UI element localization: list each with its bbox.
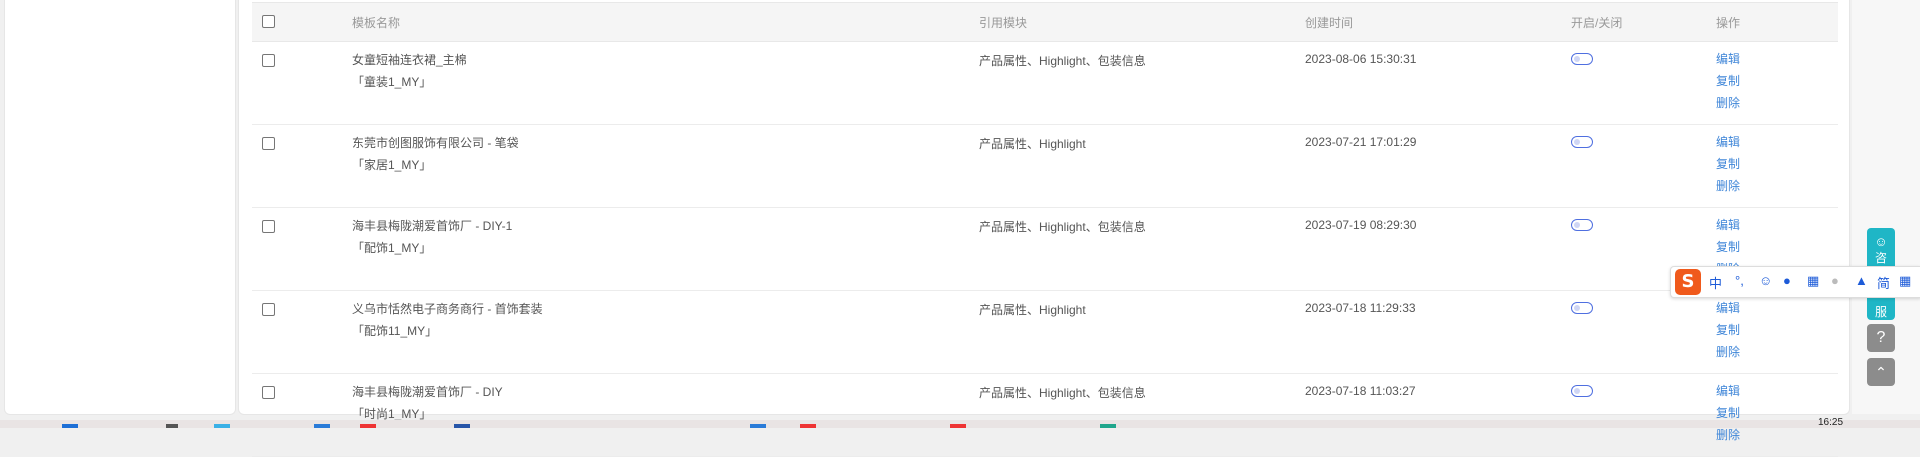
app-icon[interactable] — [750, 424, 766, 428]
template-modules: 产品属性、Highlight — [979, 124, 1305, 208]
enable-toggle[interactable] — [1571, 219, 1593, 231]
delete-link[interactable]: 删除 — [1716, 341, 1838, 363]
consult-label-3: 服 — [1874, 305, 1887, 319]
header-template-name: 模板名称 — [352, 2, 979, 42]
ime-mode[interactable]: 中 — [1709, 273, 1722, 292]
template-name: 东莞市创图服饰有限公司 - 笔袋 — [352, 136, 519, 150]
template-category: 「配饰11_MY」 — [352, 324, 438, 338]
template-name: 海丰县梅陇潮爱首饰厂 - DIY — [352, 385, 503, 399]
app-icon[interactable] — [1100, 424, 1116, 428]
row-checkbox[interactable] — [262, 303, 275, 316]
table-row: 义乌市恬然电子商务商行 - 首饰套装 「配饰11_MY」 产品属性、Highlig… — [252, 290, 1838, 374]
row-checkbox[interactable] — [262, 386, 275, 399]
left-panel — [4, 0, 236, 415]
enable-toggle[interactable] — [1571, 136, 1593, 148]
edit-link[interactable]: 编辑 — [1716, 131, 1838, 153]
template-created-time: 2023-07-18 11:29:33 — [1305, 290, 1571, 374]
grid-menu-icon[interactable]: ▦ — [1899, 273, 1911, 289]
ime-toolbar[interactable]: S 中 °, ☺ ● ▦ ● ▲ 简 ▦ — [1670, 266, 1920, 298]
delete-link[interactable]: 删除 — [1716, 92, 1838, 114]
chevron-up-icon: ⌃ — [1875, 364, 1887, 380]
header-created-time: 创建时间 — [1305, 2, 1571, 42]
enable-toggle[interactable] — [1571, 302, 1593, 314]
copy-link[interactable]: 复制 — [1716, 153, 1838, 175]
edit-link[interactable]: 编辑 — [1716, 214, 1838, 236]
sogou-logo-icon: S — [1675, 269, 1701, 295]
skin-icon[interactable]: ▲ — [1855, 273, 1868, 288]
table-row: 东莞市创图服饰有限公司 - 笔袋 「家居1_MY」 产品属性、Highlight … — [252, 124, 1838, 208]
template-table: 模板名称 引用模块 创建时间 开启/关闭 操作 女童短袖连衣裙_主棉 「童装1_M… — [252, 2, 1838, 457]
mic-icon[interactable]: ● — [1783, 273, 1791, 288]
template-created-time: 2023-07-18 11:03:27 — [1305, 373, 1571, 457]
emoji-icon[interactable]: ☺ — [1759, 273, 1772, 288]
table-header-row: 模板名称 引用模块 创建时间 开启/关闭 操作 — [252, 2, 1838, 42]
ime-simplified[interactable]: 简 — [1877, 273, 1890, 292]
template-created-time: 2023-08-06 15:30:31 — [1305, 41, 1571, 125]
help-button[interactable]: ? — [1867, 324, 1895, 352]
back-to-top-button[interactable]: ⌃ — [1867, 358, 1895, 386]
app-icon[interactable] — [950, 424, 966, 428]
select-all-checkbox[interactable] — [262, 15, 275, 28]
start-icon[interactable] — [62, 424, 78, 428]
edit-link[interactable]: 编辑 — [1716, 297, 1838, 319]
template-created-time: 2023-07-19 08:29:30 — [1305, 207, 1571, 291]
row-checkbox[interactable] — [262, 137, 275, 150]
template-created-time: 2023-07-21 17:01:29 — [1305, 124, 1571, 208]
app-icon[interactable] — [454, 424, 470, 428]
table-row: 女童短袖连衣裙_主棉 「童装1_MY」 产品属性、Highlight、包装信息 2… — [252, 41, 1838, 125]
keyboard-icon[interactable]: ▦ — [1807, 273, 1819, 289]
help-icon: ? — [1876, 329, 1886, 346]
template-modules: 产品属性、Highlight、包装信息 — [979, 373, 1305, 457]
template-name: 海丰县梅陇潮爱首饰厂 - DIY-1 — [352, 219, 513, 233]
app-icon[interactable] — [360, 424, 376, 428]
header-actions: 操作 — [1716, 2, 1838, 42]
template-modules: 产品属性、Highlight、包装信息 — [979, 41, 1305, 125]
template-category: 「童装1_MY」 — [352, 75, 432, 89]
template-name: 义乌市恬然电子商务商行 - 首饰套装 — [352, 302, 543, 316]
edit-link[interactable]: 编辑 — [1716, 380, 1838, 402]
enable-toggle[interactable] — [1571, 385, 1593, 397]
app-icon[interactable] — [314, 424, 330, 428]
copy-link[interactable]: 复制 — [1716, 70, 1838, 92]
copy-link[interactable]: 复制 — [1716, 319, 1838, 341]
template-modules: 产品属性、Highlight — [979, 290, 1305, 374]
consult-label-1: 咨 — [1874, 251, 1887, 265]
taskbar-clock: 16:25 — [1818, 417, 1844, 428]
header-toggle: 开启/关闭 — [1571, 2, 1716, 42]
template-category: 「家居1_MY」 — [352, 158, 432, 172]
template-modules: 产品属性、Highlight、包装信息 — [979, 207, 1305, 291]
edge-icon[interactable] — [214, 424, 230, 428]
copy-link[interactable]: 复制 — [1716, 236, 1838, 258]
table-row: 海丰县梅陇潮爱首饰厂 - DIY 「时尚1_MY」 产品属性、Highlight、… — [252, 373, 1838, 457]
delete-link[interactable]: 删除 — [1716, 175, 1838, 197]
user-icon[interactable]: ● — [1831, 273, 1839, 288]
template-category: 「配饰1_MY」 — [352, 241, 432, 255]
enable-toggle[interactable] — [1571, 53, 1593, 65]
edit-link[interactable]: 编辑 — [1716, 48, 1838, 70]
ime-punct[interactable]: °, — [1735, 273, 1744, 288]
headset-icon: ☺ — [1874, 234, 1888, 249]
app-icon[interactable] — [800, 424, 816, 428]
template-name: 女童短袖连衣裙_主棉 — [352, 53, 467, 67]
row-checkbox[interactable] — [262, 220, 275, 233]
table-row: 海丰县梅陇潮爱首饰厂 - DIY-1 「配饰1_MY」 产品属性、Highligh… — [252, 207, 1838, 291]
row-checkbox[interactable] — [262, 54, 275, 67]
taskview-icon[interactable] — [166, 424, 178, 428]
header-modules: 引用模块 — [979, 2, 1305, 42]
